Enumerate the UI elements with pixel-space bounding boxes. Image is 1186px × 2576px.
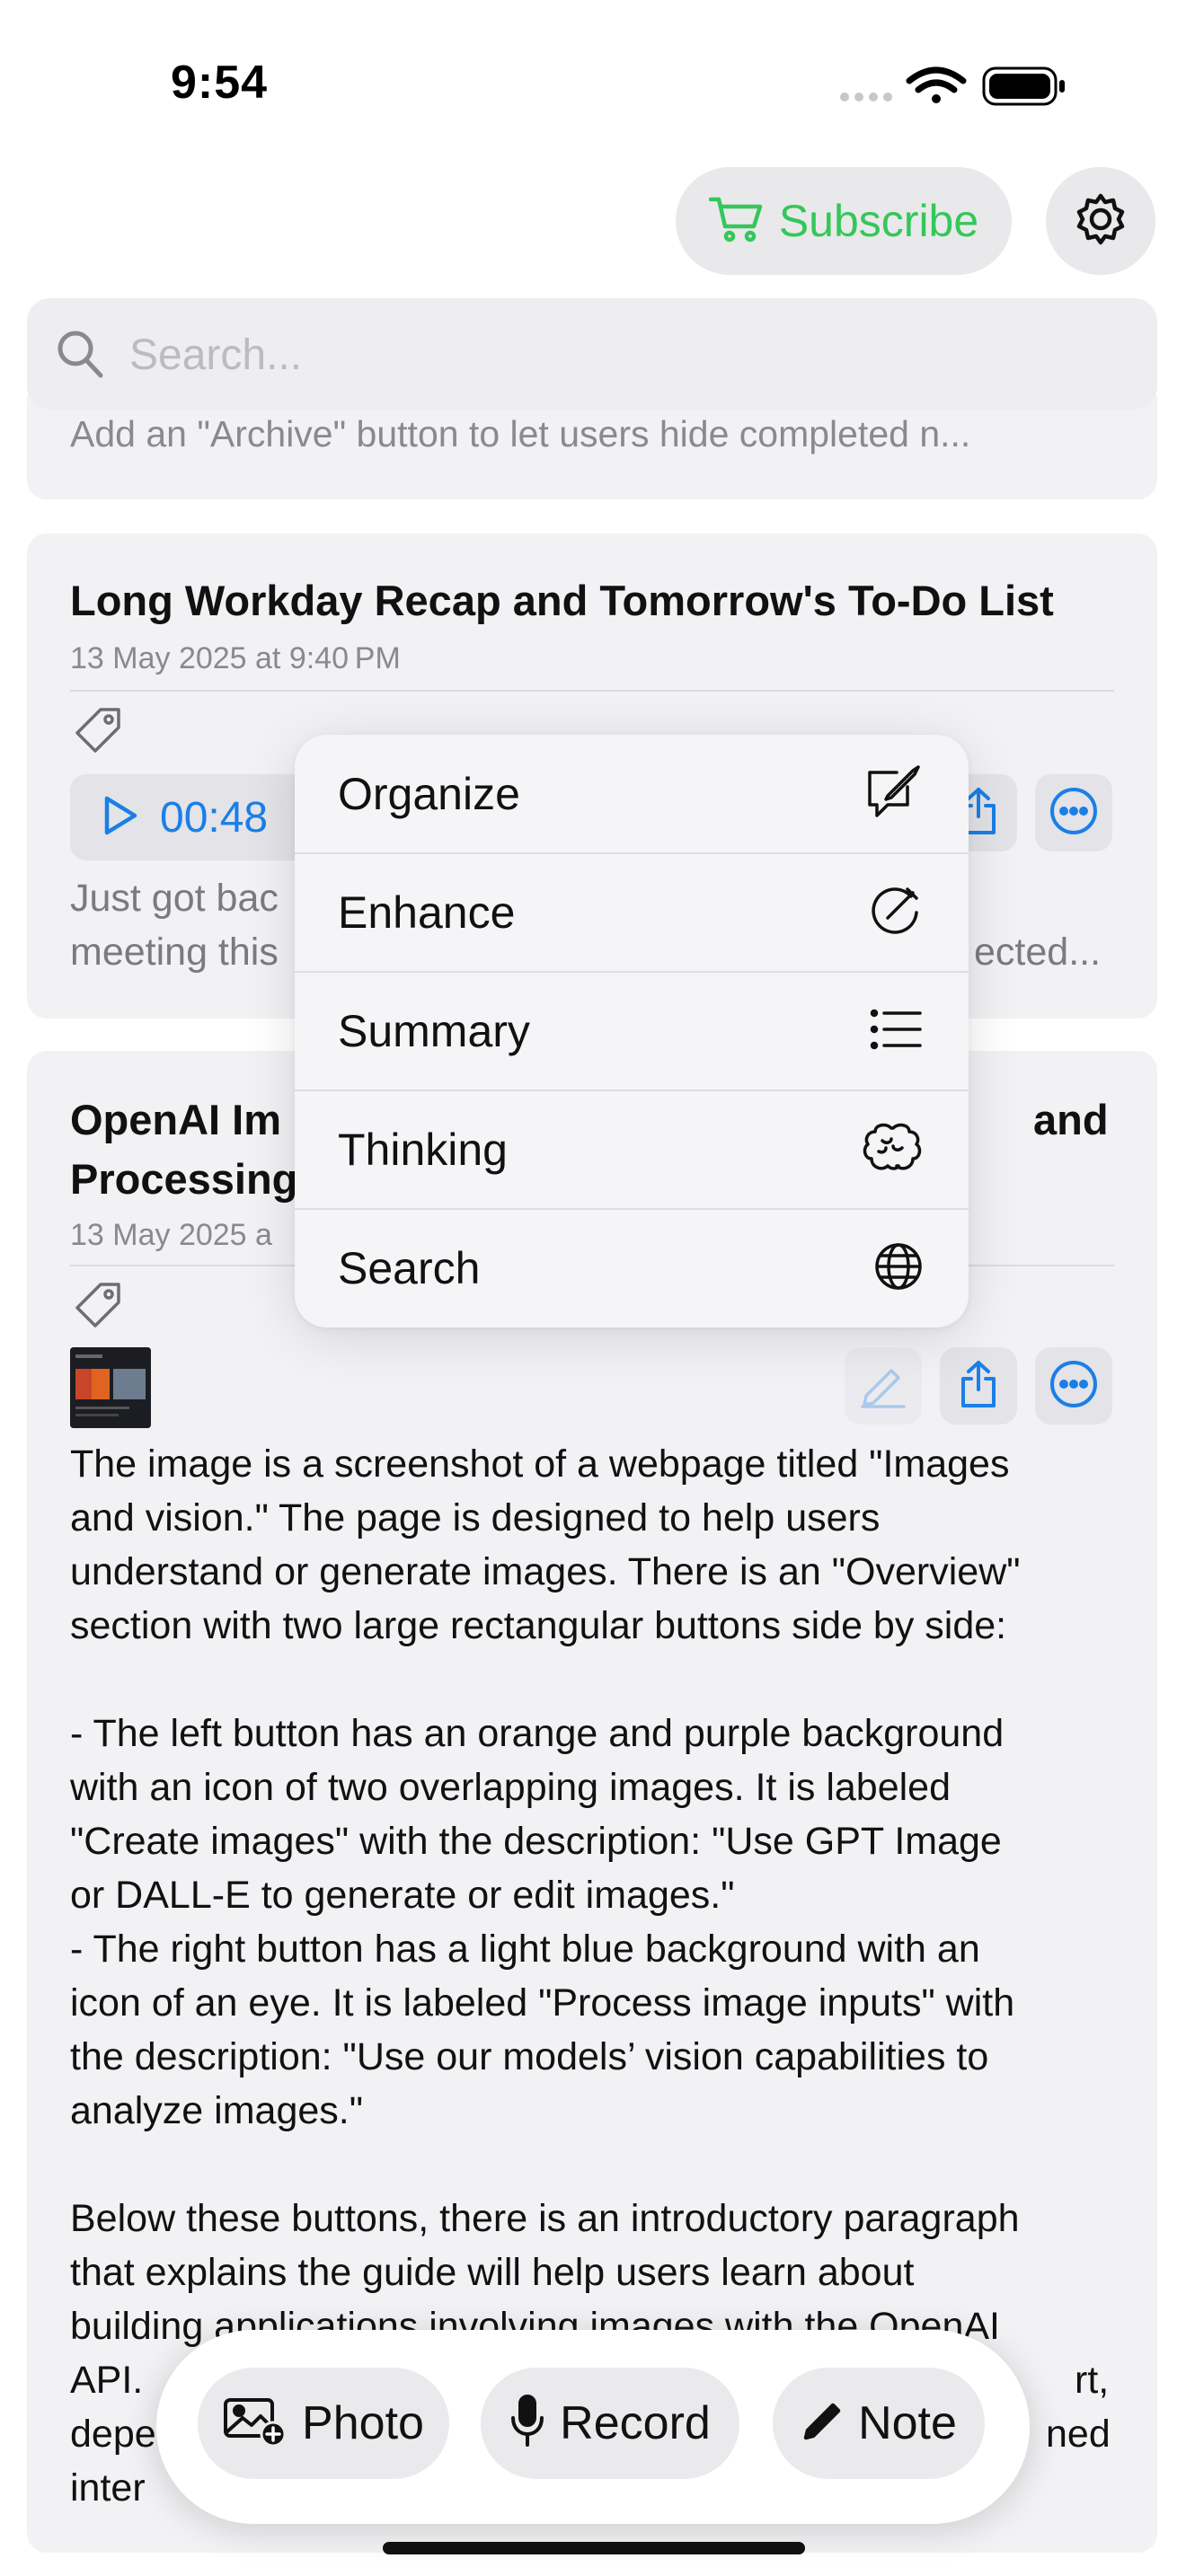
- note-preview-line-end: ected...: [974, 931, 1102, 974]
- ellipsis-circle-icon: [1049, 786, 1099, 841]
- record-label: Record: [560, 2397, 711, 2449]
- note-title-end: and: [1033, 1096, 1109, 1143]
- globe-icon: [873, 1241, 924, 1296]
- note-body-line: - The left button has an orange and purp…: [70, 1712, 1005, 1755]
- note-body-line: inter: [70, 2466, 146, 2510]
- note-label: Note: [858, 2397, 957, 2449]
- note-body-line: with an icon of two overlapping images. …: [70, 1766, 951, 1809]
- note-body-line-end: rt,: [1075, 2359, 1110, 2402]
- status-time: 9:54: [171, 57, 269, 109]
- gear-icon: [1073, 191, 1128, 251]
- pencil-icon: [801, 2400, 844, 2448]
- more-options-button[interactable]: [1035, 1347, 1112, 1425]
- note-body-line: understand or generate images. There is …: [70, 1550, 1021, 1593]
- enhance-icon: [866, 882, 924, 944]
- wifi-icon: [906, 66, 967, 93]
- status-indicators: [836, 65, 1078, 110]
- note-body-line: or DALL-E to generate or edit images.": [70, 1874, 735, 1917]
- pencil-icon: [859, 1360, 907, 1413]
- menu-item-label: Organize: [338, 769, 520, 819]
- menu-item-label: Thinking: [338, 1125, 508, 1175]
- more-options-button[interactable]: [1035, 774, 1112, 851]
- search-input[interactable]: [129, 323, 1118, 386]
- brain-icon: [861, 1121, 924, 1179]
- menu-item-thinking[interactable]: Thinking: [295, 1090, 969, 1209]
- note-button[interactable]: Note: [773, 2368, 985, 2479]
- home-indicator: [383, 2542, 805, 2554]
- note-title: OpenAI Im: [70, 1096, 282, 1143]
- subscribe-button[interactable]: Subscribe: [676, 167, 1012, 275]
- note-body-line: that explains the guide will help users …: [70, 2251, 915, 2294]
- share-button[interactable]: [940, 1347, 1017, 1425]
- note-body-line: [70, 1653, 1130, 1707]
- note-body-line: section with two large rectangular butto…: [70, 1604, 1007, 1647]
- note-body-line: API.: [70, 2359, 144, 2402]
- share-icon: [958, 1359, 999, 1414]
- tag-icon[interactable]: [70, 702, 126, 758]
- note-date: 13 May 2025 a: [70, 1218, 272, 1252]
- note-body-line: Below these buttons, there is an introdu…: [70, 2197, 1020, 2240]
- cellular-signal-icon: [840, 93, 892, 101]
- note-body-line: The image is a screenshot of a webpage t…: [70, 1442, 1010, 1486]
- note-body-line: analyze images.": [70, 2089, 363, 2132]
- battery-icon: [982, 66, 1065, 106]
- image-thumbnail[interactable]: [70, 1347, 151, 1428]
- menu-item-label: Summary: [338, 1006, 530, 1056]
- menu-item-label: Search: [338, 1243, 481, 1293]
- audio-duration: 00:48: [160, 793, 269, 842]
- note-body: The image is a screenshot of a webpage t…: [70, 1437, 1130, 2353]
- note-title: Processing: [70, 1155, 298, 1203]
- edit-button[interactable]: [845, 1347, 922, 1425]
- menu-item-label: Enhance: [338, 887, 516, 938]
- subscribe-label: Subscribe: [778, 196, 979, 246]
- compose-icon: [861, 763, 924, 825]
- previous-note-snippet: Add an "Archive" button to let users hid…: [70, 413, 971, 454]
- cart-icon: [708, 196, 763, 247]
- context-menu: Organize Enhance Summary Thinking Search: [295, 735, 969, 1328]
- note-date: 13 May 2025 at 9:40 PM: [70, 641, 401, 675]
- note-body-line: the description: "Use our models’ vision…: [70, 2035, 989, 2078]
- note-body-line: icon of an eye. It is labeled "Process i…: [70, 1981, 1015, 2025]
- ellipsis-circle-icon: [1049, 1359, 1099, 1414]
- menu-item-search[interactable]: Search: [295, 1209, 969, 1328]
- play-icon[interactable]: [102, 795, 138, 841]
- menu-item-enhance[interactable]: Enhance: [295, 853, 969, 972]
- photo-button[interactable]: Photo: [198, 2368, 449, 2479]
- note-body-line: "Create images" with the description: "U…: [70, 1820, 1002, 1863]
- note-preview-line: Just got bac: [70, 877, 279, 920]
- note-body-line: and vision." The page is designed to hel…: [70, 1496, 881, 1539]
- note-divider: [70, 690, 1114, 692]
- photo-label: Photo: [302, 2397, 424, 2449]
- photo-add-icon: [223, 2395, 288, 2453]
- tag-icon[interactable]: [70, 1277, 126, 1333]
- note-body-line-end: ned: [1046, 2413, 1111, 2456]
- list-icon: [870, 1008, 924, 1055]
- search-icon: [56, 329, 104, 384]
- menu-item-organize[interactable]: Organize: [295, 735, 969, 853]
- note-body-line: [70, 2138, 1130, 2192]
- note-preview-line: meeting this: [70, 931, 279, 974]
- record-button[interactable]: Record: [481, 2368, 739, 2479]
- menu-item-summary[interactable]: Summary: [295, 972, 969, 1090]
- note-title: Long Workday Recap and Tomorrow's To-Do …: [70, 577, 1054, 624]
- note-body-line: - The right button has a light blue back…: [70, 1928, 980, 1971]
- settings-button[interactable]: [1046, 167, 1155, 275]
- note-body-line: depe: [70, 2413, 156, 2456]
- microphone-icon: [509, 2394, 545, 2453]
